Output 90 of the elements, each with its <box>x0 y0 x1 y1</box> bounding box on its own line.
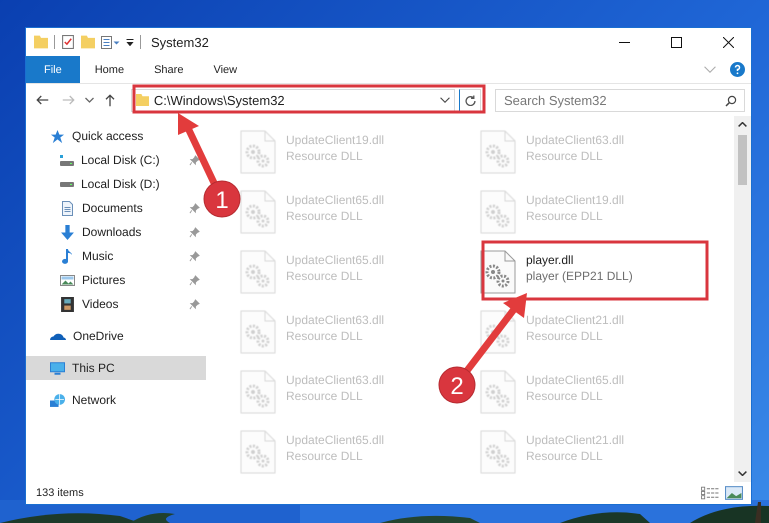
maximize-icon <box>670 36 682 48</box>
file-type: Resource DLL <box>286 269 364 283</box>
file-name: UpdateClient65.dll <box>526 373 624 387</box>
caret-icon <box>84 97 94 103</box>
network-icon <box>50 392 65 408</box>
file-gears-icon <box>240 250 276 294</box>
nav-item[interactable]: Quick access <box>26 124 206 148</box>
scroll-up-icon[interactable] <box>738 122 747 127</box>
nav-item[interactable]: Pictures <box>26 268 206 292</box>
file-gears-icon <box>240 310 276 354</box>
file-gears-icon <box>480 130 516 174</box>
file-name: UpdateClient65.dll <box>286 433 384 447</box>
document-icon <box>60 200 75 216</box>
view-menu-icon[interactable] <box>101 36 120 48</box>
large-icons-view-icon[interactable] <box>725 486 743 500</box>
close-icon <box>722 36 734 48</box>
file-type: Resource DLL <box>526 209 604 223</box>
file-type: Resource DLL <box>526 449 604 463</box>
file-type: Resource DLL <box>526 389 604 403</box>
star-icon <box>50 128 65 144</box>
window-title: System32 <box>151 34 209 50</box>
file-gears-icon <box>240 430 276 474</box>
nav-item[interactable]: Documents <box>26 196 206 220</box>
step-number-badge: 1 <box>204 180 240 218</box>
monitor-icon <box>50 360 65 376</box>
ribbon-tab[interactable]: View <box>198 56 252 83</box>
back-arrow-icon <box>36 95 50 105</box>
file-type: Resource DLL <box>286 149 364 163</box>
help-icon[interactable] <box>730 62 745 77</box>
download-arrow-icon <box>60 224 75 240</box>
nav-item[interactable]: This PC <box>26 356 206 380</box>
up-arrow-icon <box>105 94 116 106</box>
drive-icon <box>60 182 74 186</box>
file-name: UpdateClient21.dll <box>526 313 624 327</box>
file-gears-icon <box>480 430 516 474</box>
file-name: UpdateClient65.dll <box>286 193 384 207</box>
ribbon-tab[interactable]: Home <box>80 56 140 83</box>
cloud-icon <box>50 332 66 340</box>
refresh-button[interactable] <box>459 88 482 112</box>
file-gears-icon <box>480 310 516 354</box>
file-name: UpdateClient19.dll <box>526 193 624 207</box>
nav-item[interactable]: Network <box>26 388 206 412</box>
customize-dropdown-icon[interactable] <box>126 38 134 46</box>
file-gears-icon <box>240 370 276 414</box>
nav-item[interactable]: Local Disk (D:) <box>26 172 206 196</box>
item-count: 133 items <box>36 487 85 499</box>
details-view-icon[interactable] <box>701 486 719 500</box>
search-field[interactable]: Search System32 <box>495 88 746 112</box>
file-name: player.dll <box>526 253 574 267</box>
nav-item[interactable]: Local Disk (C:) <box>26 148 206 172</box>
file-type: player (EPP21 DLL) <box>526 269 633 283</box>
film-icon <box>60 296 75 312</box>
file-name: UpdateClient65.dll <box>286 253 384 267</box>
file-name: UpdateClient63.dll <box>286 313 384 327</box>
file-type: Resource DLL <box>286 209 364 223</box>
file-name: UpdateClient63.dll <box>286 373 384 387</box>
address-path: C:\Windows\System32 <box>154 92 286 108</box>
drive-icon <box>60 154 74 166</box>
file-type: Resource DLL <box>286 329 364 343</box>
file-gears-icon <box>480 250 516 294</box>
ribbon-tab[interactable]: Share <box>139 56 198 83</box>
address-field[interactable]: C:\Windows\System32 <box>130 88 456 112</box>
file-type: Resource DLL <box>526 149 604 163</box>
file-menu-button[interactable]: File <box>26 56 80 83</box>
scrollbar[interactable] <box>734 116 751 482</box>
caret-icon[interactable] <box>440 97 450 103</box>
file-name: UpdateClient63.dll <box>526 133 624 147</box>
scroll-down-icon[interactable] <box>738 471 747 476</box>
file-name: UpdateClient19.dll <box>286 133 384 147</box>
folder-icon <box>136 94 149 106</box>
nav-item[interactable]: OneDrive <box>26 324 206 348</box>
file-gears-icon <box>480 370 516 414</box>
nav-item[interactable]: Videos <box>26 292 206 316</box>
file-gears-icon <box>240 130 276 174</box>
forward-arrow-icon <box>62 95 76 105</box>
file-name: UpdateClient21.dll <box>526 433 624 447</box>
refresh-icon <box>464 94 476 106</box>
properties-icon[interactable] <box>61 35 75 49</box>
step-number-badge: 2 <box>438 366 476 404</box>
file-item[interactable]: player.dll player (EPP21 DLL) <box>476 246 637 306</box>
nav-item[interactable]: Downloads <box>26 220 206 244</box>
nav-item[interactable]: Music <box>26 244 206 268</box>
file-type: Resource DLL <box>526 329 604 343</box>
scroll-thumb[interactable] <box>738 135 747 185</box>
search-icon[interactable] <box>725 94 738 106</box>
file-gears-icon <box>480 190 516 234</box>
file-type: Resource DLL <box>286 389 364 403</box>
file-gears-icon <box>240 190 276 234</box>
picture-icon <box>60 272 75 288</box>
file-type: Resource DLL <box>286 449 364 463</box>
